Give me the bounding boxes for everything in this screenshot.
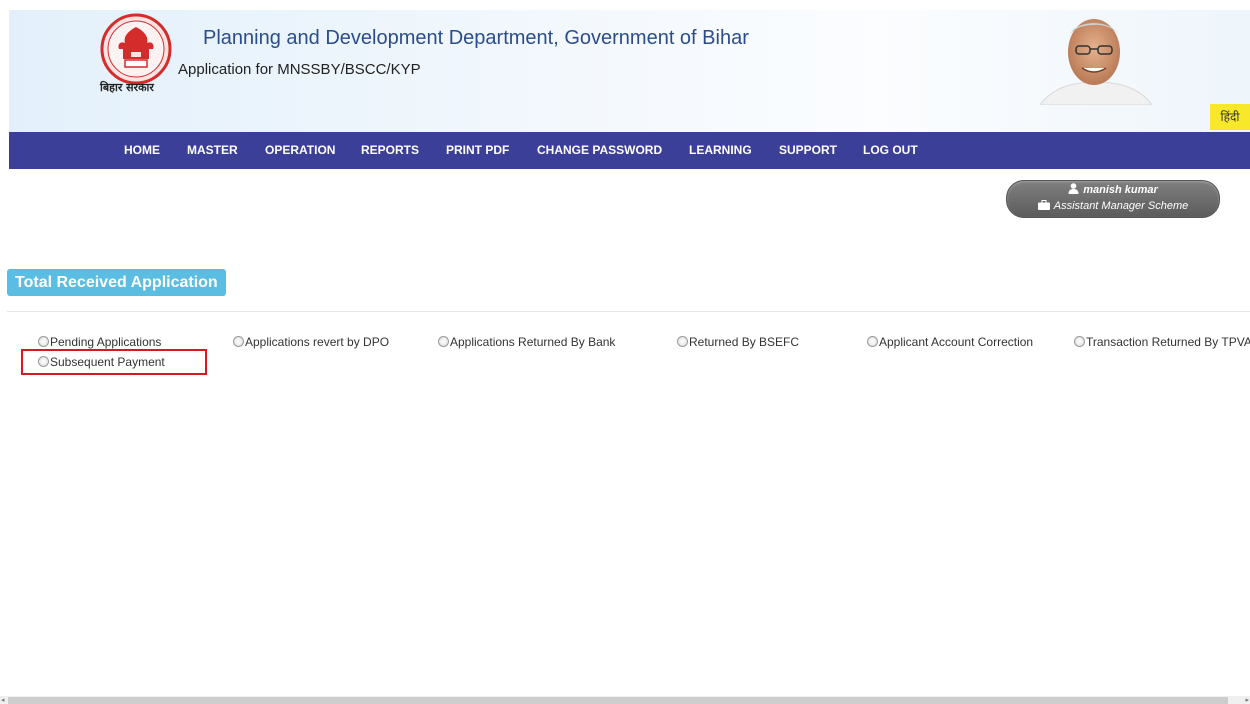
option-applications-revert-by-dpo[interactable]: Applications revert by DPO xyxy=(233,335,389,349)
user-profile-badge[interactable]: manish kumar Assistant Manager Scheme xyxy=(1006,180,1220,218)
nav-home[interactable]: HOME xyxy=(124,132,160,169)
option-label: Pending Applications xyxy=(50,335,162,349)
nav-master[interactable]: MASTER xyxy=(187,132,238,169)
department-title: Planning and Development Department, Gov… xyxy=(203,27,749,49)
scrollbar-thumb[interactable] xyxy=(8,697,1228,704)
user-name: manish kumar xyxy=(1083,184,1158,196)
nav-log-out[interactable]: LOG OUT xyxy=(863,132,918,169)
radio-button[interactable] xyxy=(867,336,878,347)
main-nav-bar: HOME MASTER OPERATION REPORTS PRINT PDF … xyxy=(9,132,1250,169)
emblem-caption: बिहार सरकार xyxy=(100,81,154,94)
hindi-language-button[interactable]: हिंदी xyxy=(1210,104,1250,130)
radio-button[interactable] xyxy=(1074,336,1085,347)
section-divider xyxy=(7,311,1250,312)
option-pending-applications[interactable]: Pending Applications xyxy=(38,335,161,349)
radio-button[interactable] xyxy=(38,336,49,347)
scroll-left-icon[interactable]: ◂ xyxy=(1,696,5,704)
chief-minister-portrait xyxy=(1039,19,1153,105)
option-label: Applicant Account Correction xyxy=(879,335,1034,349)
nav-change-password[interactable]: CHANGE PASSWORD xyxy=(537,132,662,169)
option-label: Applications revert by DPO xyxy=(245,335,390,349)
option-returned-by-bsefc[interactable]: Returned By BSEFC xyxy=(677,335,799,349)
option-label: Returned By BSEFC xyxy=(689,335,800,349)
option-applications-returned-by-bank[interactable]: Applications Returned By Bank xyxy=(438,335,615,349)
option-transaction-returned-by-tpva[interactable]: Transaction Returned By TPVA xyxy=(1074,335,1250,349)
user-icon xyxy=(1068,183,1079,194)
nav-operation[interactable]: OPERATION xyxy=(265,132,335,169)
nav-learning[interactable]: LEARNING xyxy=(689,132,752,169)
highlight-annotation-box xyxy=(21,349,207,375)
radio-button[interactable] xyxy=(677,336,688,347)
horizontal-scrollbar[interactable]: ◂ ▸ xyxy=(0,696,1250,704)
nav-reports[interactable]: REPORTS xyxy=(361,132,419,169)
briefcase-icon xyxy=(1037,200,1050,210)
radio-button[interactable] xyxy=(233,336,244,347)
user-role: Assistant Manager Scheme xyxy=(1053,200,1189,212)
option-label: Transaction Returned By TPVA xyxy=(1086,335,1250,349)
option-applicant-account-correction[interactable]: Applicant Account Correction xyxy=(867,335,1033,349)
option-label: Applications Returned By Bank xyxy=(450,335,616,349)
radio-button[interactable] xyxy=(438,336,449,347)
application-subtitle: Application for MNSSBY/BSCC/KYP xyxy=(178,61,421,78)
nav-print-pdf[interactable]: PRINT PDF xyxy=(446,132,509,169)
section-title: Total Received Application xyxy=(7,269,226,296)
nav-support[interactable]: SUPPORT xyxy=(779,132,837,169)
scroll-right-icon[interactable]: ▸ xyxy=(1245,696,1249,704)
